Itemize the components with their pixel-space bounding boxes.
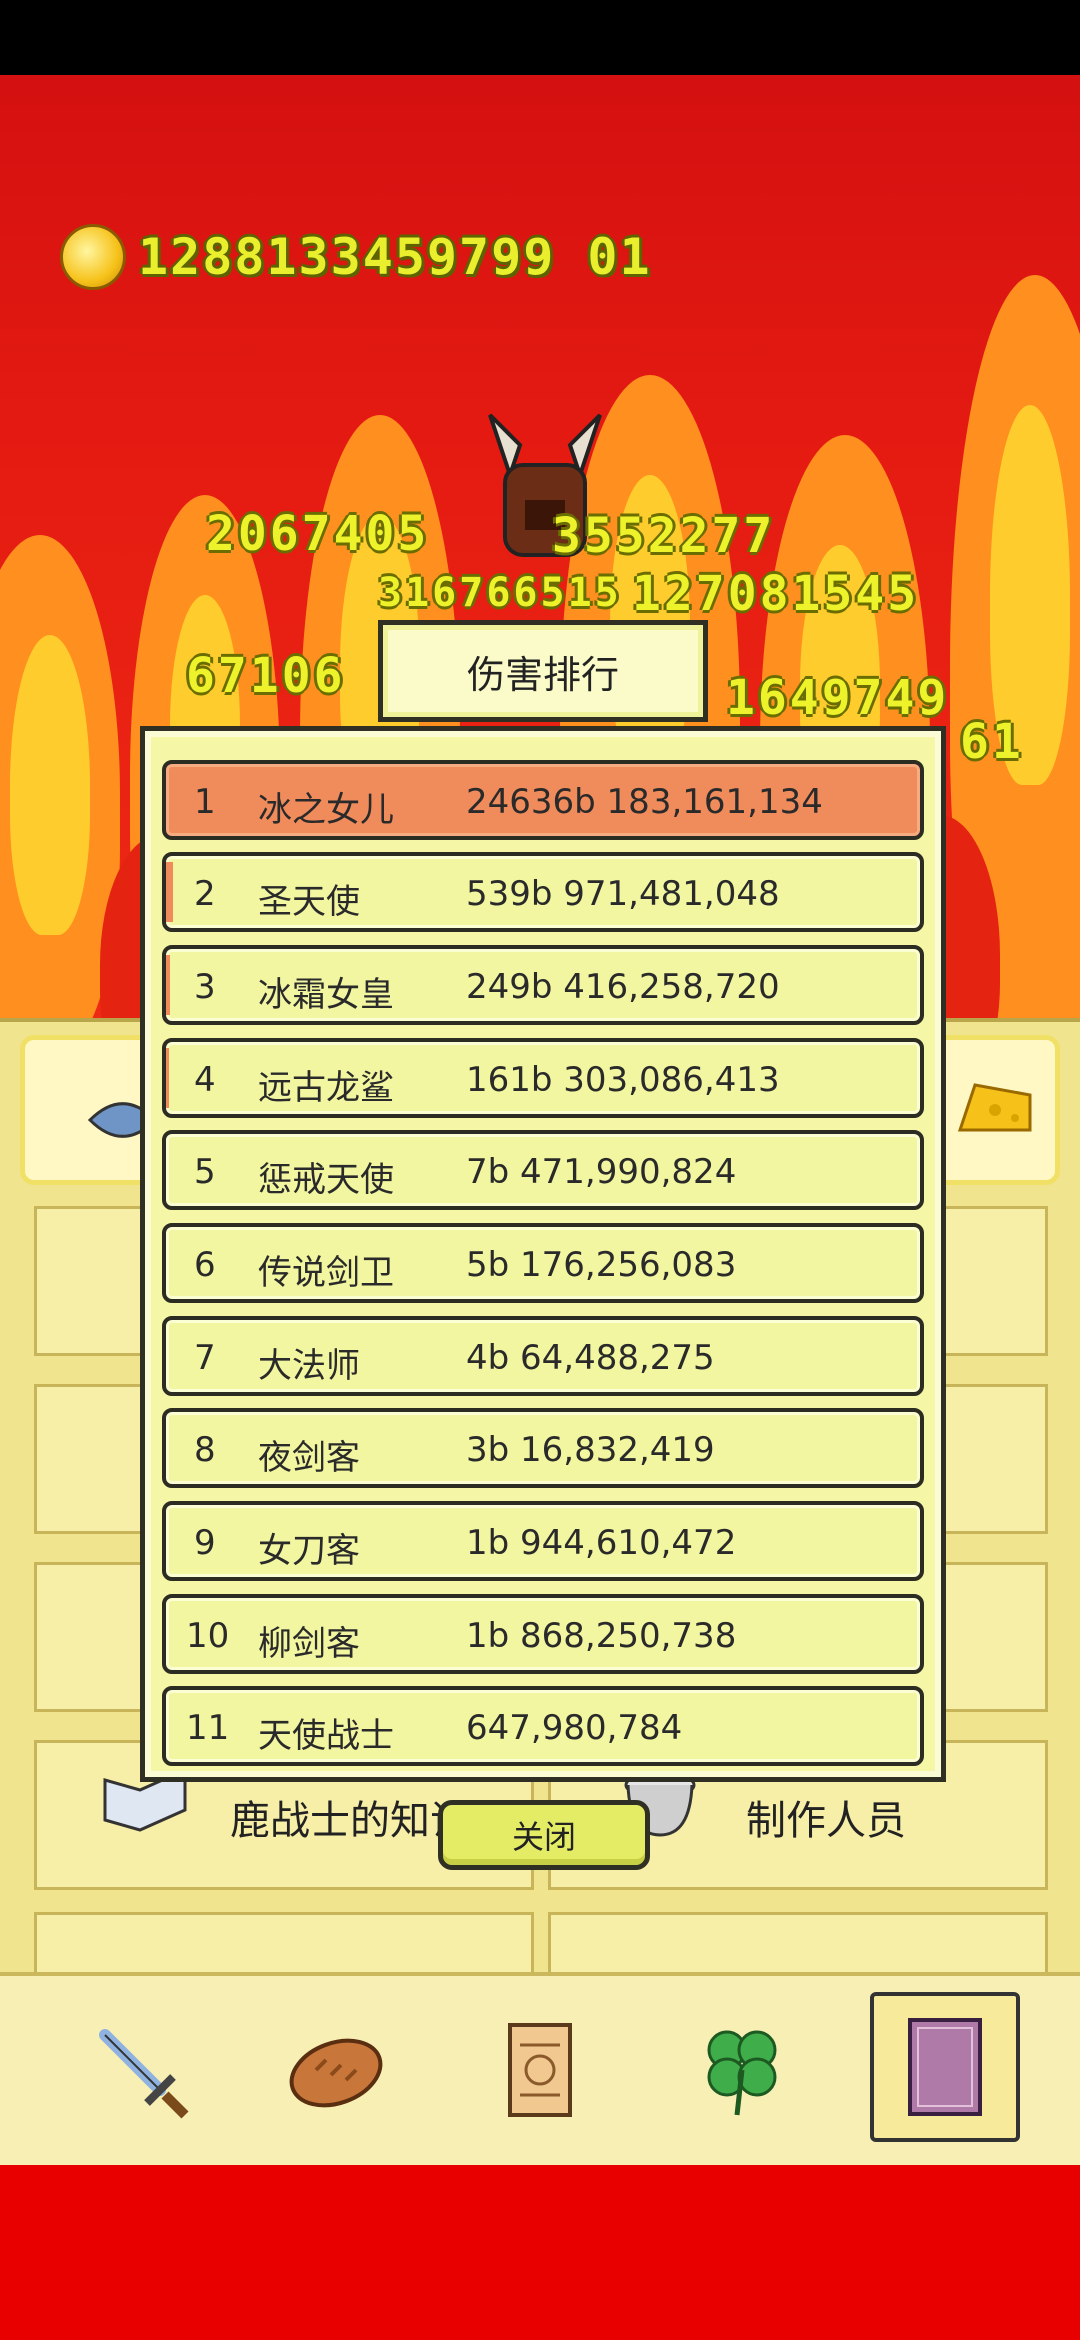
cheese-icon xyxy=(957,1083,1032,1132)
rank-number: 8 xyxy=(194,1430,216,1470)
ranking-row[interactable]: 10 柳剑客 1b 868,250,738 xyxy=(162,1594,924,1674)
damage-number: 1649749 xyxy=(726,670,950,726)
screen-footer xyxy=(0,2165,1080,2340)
nav-luck-button[interactable] xyxy=(672,2000,812,2140)
rank-number: 11 xyxy=(186,1708,230,1748)
rank-bar xyxy=(166,862,173,922)
damage-value: 7b 471,990,824 xyxy=(466,1152,737,1192)
damage-value: 1b 944,610,472 xyxy=(466,1523,737,1563)
rank-number: 6 xyxy=(194,1245,216,1285)
damage-value: 539b 971,481,048 xyxy=(466,874,780,914)
rank-bar xyxy=(166,955,170,1015)
hero-name: 远古龙鲨 xyxy=(258,1068,394,1108)
damage-value: 647,980,784 xyxy=(466,1708,683,1748)
coin-amount: 1288133459799 01 xyxy=(138,228,652,286)
nav-sword-button[interactable] xyxy=(70,2000,210,2140)
credits-label: 制作人员 xyxy=(746,1798,906,1844)
ranking-row[interactable]: 7 大法师 4b 64,488,275 xyxy=(162,1316,924,1396)
rank-number: 1 xyxy=(194,782,216,822)
hero-name: 圣天使 xyxy=(258,882,360,922)
gold-coin-icon xyxy=(60,224,126,290)
damage-value: 249b 416,258,720 xyxy=(466,967,780,1007)
damage-value: 161b 303,086,413 xyxy=(466,1060,780,1100)
damage-value: 24636b 183,161,134 xyxy=(466,782,823,822)
coin-counter: 1288133459799 01 xyxy=(60,222,652,292)
ranking-row[interactable]: 8 夜剑客 3b 16,832,419 xyxy=(162,1408,924,1488)
ranking-row[interactable]: 1 冰之女儿 24636b 183,161,134 xyxy=(162,760,924,840)
rank-number: 4 xyxy=(194,1060,216,1100)
hero-name: 女刀客 xyxy=(258,1531,360,1571)
hero-name: 夜剑客 xyxy=(258,1438,360,1478)
hero-name: 惩戒天使 xyxy=(258,1160,394,1200)
damage-number: 316766515 xyxy=(378,570,622,616)
rank-number: 9 xyxy=(194,1523,216,1563)
hero-name: 柳剑客 xyxy=(258,1624,360,1664)
rank-bar xyxy=(166,1048,169,1108)
nav-book-button[interactable] xyxy=(870,1992,1020,2142)
flame xyxy=(10,635,90,935)
rank-number: 3 xyxy=(194,967,216,1007)
damage-number: 127081545 xyxy=(632,566,920,622)
damage-number: 67106 xyxy=(186,648,346,704)
damage-value: 5b 176,256,083 xyxy=(466,1245,737,1285)
damage-value: 3b 16,832,419 xyxy=(466,1430,715,1470)
bread-icon xyxy=(289,2038,383,2108)
knowledge-label: 鹿战士的知识 xyxy=(230,1798,470,1844)
ranking-row[interactable]: 9 女刀客 1b 944,610,472 xyxy=(162,1501,924,1581)
close-button[interactable]: 关闭 xyxy=(438,1800,650,1870)
hero-name: 冰之女儿 xyxy=(258,790,394,830)
damage-value: 4b 64,488,275 xyxy=(466,1338,715,1378)
ranking-row[interactable]: 5 惩戒天使 7b 471,990,824 xyxy=(162,1130,924,1210)
ranking-row[interactable]: 6 传说剑卫 5b 176,256,083 xyxy=(162,1223,924,1303)
sword-icon xyxy=(99,2029,189,2119)
dialog-title: 伤害排行 xyxy=(378,620,708,722)
rank-number: 10 xyxy=(186,1616,230,1656)
nav-quest-button[interactable] xyxy=(470,2000,610,2140)
ranking-row[interactable]: 3 冰霜女皇 249b 416,258,720 xyxy=(162,945,924,1025)
rank-number: 7 xyxy=(194,1338,216,1378)
clover-icon xyxy=(707,2030,777,2116)
rank-number: 2 xyxy=(194,874,216,914)
hero-name: 天使战士 xyxy=(258,1716,394,1756)
hero-name: 冰霜女皇 xyxy=(258,975,394,1015)
book-icon xyxy=(908,2018,982,2116)
scroll-icon xyxy=(508,2023,572,2117)
ranking-row[interactable]: 4 远古龙鲨 161b 303,086,413 xyxy=(162,1038,924,1118)
damage-number: 61 xyxy=(960,714,1024,770)
damage-number: 3552277 xyxy=(552,508,776,564)
hero-name: 传说剑卫 xyxy=(258,1253,394,1293)
damage-value: 1b 868,250,738 xyxy=(466,1616,737,1656)
ranking-row[interactable]: 11 天使战士 647,980,784 xyxy=(162,1686,924,1766)
rank-number: 5 xyxy=(194,1152,216,1192)
nav-food-button[interactable] xyxy=(266,2000,406,2140)
status-bar xyxy=(0,0,1080,75)
damage-number: 2067405 xyxy=(206,506,430,562)
hero-name: 大法师 xyxy=(258,1346,360,1386)
ranking-row[interactable]: 2 圣天使 539b 971,481,048 xyxy=(162,852,924,932)
